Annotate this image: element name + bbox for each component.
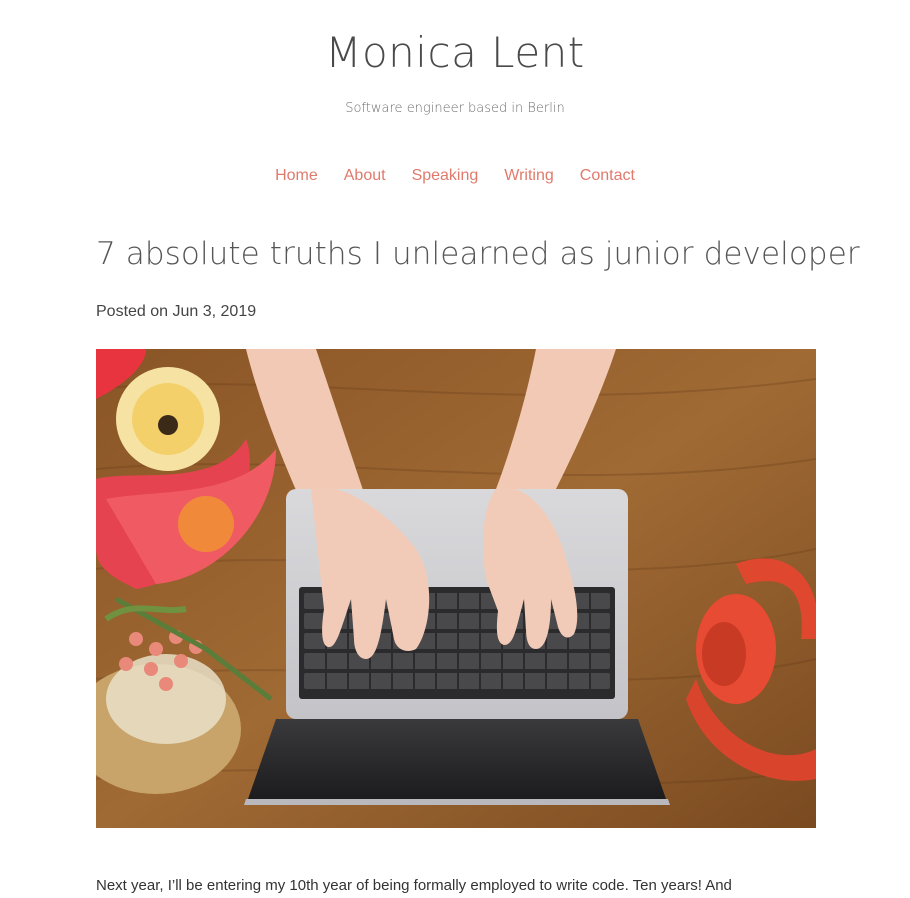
nav-link-contact[interactable]: Contact bbox=[567, 166, 648, 186]
site-title[interactable]: Monica Lent bbox=[0, 26, 910, 80]
main-nav: Home About Speaking Writing Contact bbox=[0, 166, 910, 186]
site-tagline: Software engineer based in Berlin bbox=[345, 101, 565, 116]
post-date: Posted on Jun 3, 2019 bbox=[96, 303, 257, 320]
post-first-paragraph: Next year, I’ll be entering my 10th year… bbox=[96, 877, 732, 894]
post-title: 7 absolute truths I unlearned as junior … bbox=[96, 236, 860, 272]
laptop-screen bbox=[248, 719, 666, 799]
nav-link-about[interactable]: About bbox=[331, 166, 399, 186]
hero-illustration bbox=[96, 349, 816, 828]
nav-link-speaking[interactable]: Speaking bbox=[399, 166, 492, 186]
hero-image bbox=[96, 349, 816, 828]
laptop bbox=[244, 489, 670, 805]
nav-link-writing[interactable]: Writing bbox=[491, 166, 567, 186]
nav-link-home[interactable]: Home bbox=[262, 166, 331, 186]
